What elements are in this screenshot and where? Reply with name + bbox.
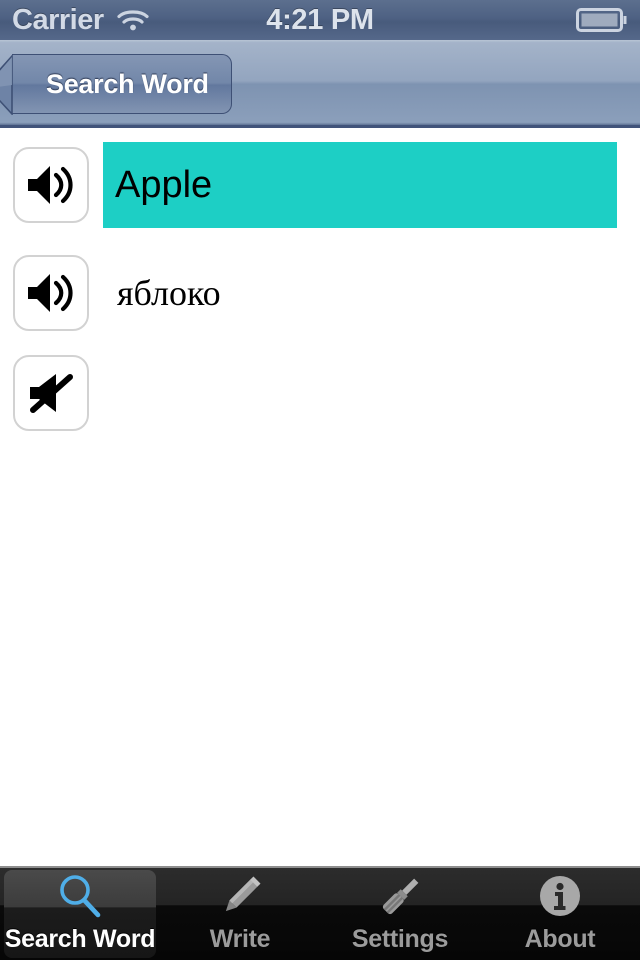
tab-bar: Search Word Write Settings About	[0, 866, 640, 960]
screwdriver-icon	[374, 871, 426, 923]
back-button-label: Search Word	[46, 68, 209, 99]
speaker-muted-icon	[24, 370, 78, 416]
tab-label: About	[524, 925, 596, 953]
carrier-label: Carrier	[12, 3, 104, 36]
word-row: яблоко	[0, 239, 640, 347]
mute-button[interactable]	[13, 355, 89, 431]
tab-label: Search Word	[4, 925, 156, 953]
tab-search-word[interactable]: Search Word	[0, 868, 160, 960]
word-detail-content: Apple яблоко	[0, 131, 640, 866]
tab-label: Write	[209, 925, 271, 953]
speak-translation-button[interactable]	[13, 255, 89, 331]
word-row: Apple	[0, 131, 640, 239]
navigation-bar: Search Word	[0, 40, 640, 128]
magnifying-glass-icon	[54, 871, 106, 923]
status-bar: Carrier 4:21 PM	[0, 0, 640, 40]
status-bar-right	[576, 8, 628, 32]
tab-label: Settings	[351, 925, 449, 953]
app-screen: Carrier 4:21 PM Search Word Apple яблоко…	[0, 0, 640, 960]
back-button[interactable]: Search Word	[0, 53, 232, 117]
speaker-on-icon	[24, 162, 78, 208]
tab-about[interactable]: About	[480, 868, 640, 960]
pencil-icon	[214, 871, 266, 923]
info-circle-icon	[534, 871, 586, 923]
back-button-shape[interactable]: Search Word	[0, 53, 232, 117]
clock-label: 4:21 PM	[266, 3, 374, 36]
speaker-on-icon	[24, 270, 78, 316]
word-empty-text	[103, 350, 640, 436]
wifi-icon	[116, 7, 150, 33]
status-bar-left: Carrier	[12, 4, 150, 37]
speak-english-button[interactable]	[13, 147, 89, 223]
word-english-text: Apple	[103, 142, 617, 228]
word-translation-text: яблоко	[117, 273, 221, 313]
battery-icon	[576, 8, 628, 32]
tab-settings[interactable]: Settings	[320, 868, 480, 960]
tab-write[interactable]: Write	[160, 868, 320, 960]
word-row	[0, 347, 640, 439]
back-arrow-icon	[0, 53, 13, 117]
